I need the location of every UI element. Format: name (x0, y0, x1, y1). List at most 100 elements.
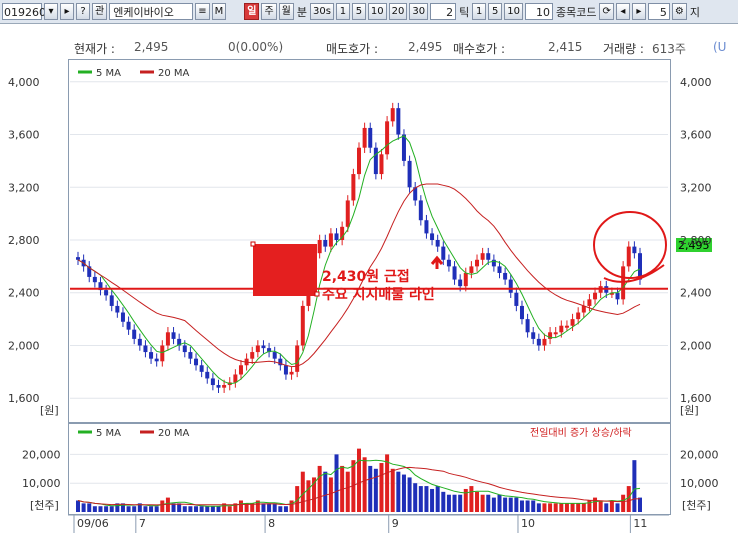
candle-body (373, 147, 378, 175)
vol-legend-ma5: 5 MA (96, 428, 121, 439)
annotation-arrow (430, 255, 444, 269)
candle-body (385, 121, 390, 155)
volume-bar (553, 503, 558, 512)
candle-body (250, 352, 255, 359)
candle-body (401, 134, 406, 161)
candle-body (469, 266, 474, 273)
price-unit-left: [원] (40, 404, 59, 417)
candle-body (283, 365, 288, 375)
date-axis: 09/06 7 8 9 10 11 (68, 514, 669, 533)
candle-body (109, 295, 114, 306)
price-tick-left: 3,600 (8, 129, 40, 142)
volume-bar (143, 506, 148, 512)
date-label: 10 (521, 517, 535, 530)
candle-body (475, 259, 480, 267)
candle-body (503, 272, 508, 280)
candle-body (418, 200, 423, 221)
candle-body (486, 253, 491, 260)
volume-bar (531, 500, 536, 512)
price-tick-right: 3,200 (680, 181, 712, 194)
price-tick-left: 2,800 (8, 234, 40, 247)
volume-bar (458, 494, 463, 512)
volume-bar (598, 500, 603, 512)
volume-bar (401, 474, 406, 512)
volume-bar (564, 503, 569, 512)
volume-bar (435, 486, 440, 512)
volume-bar (519, 500, 524, 512)
candle-body (345, 200, 350, 227)
candle-body (182, 345, 187, 353)
candle-body (289, 371, 294, 375)
candle-body (92, 276, 97, 283)
volume-bar (418, 486, 423, 512)
candle-body (149, 352, 154, 359)
volume-bar (238, 500, 243, 512)
volume-bar (104, 506, 109, 512)
volume-bar (497, 494, 502, 512)
candle-body (210, 378, 215, 386)
volume-bar (328, 477, 333, 512)
date-label: 9 (392, 517, 399, 530)
candle-body (424, 220, 429, 234)
volume-bar (188, 506, 193, 512)
date-label: 11 (633, 517, 647, 530)
volume-tick-left: 10,000 (22, 477, 61, 490)
candle-body (154, 358, 159, 362)
candle-body (115, 305, 120, 313)
candle-body (446, 259, 451, 267)
volume-unit-right: [천주] (682, 498, 711, 512)
volume-tick-right: 20,000 (680, 448, 719, 461)
price-tick-left: 4,000 (8, 76, 40, 89)
volume-bar (559, 503, 564, 512)
candle-body (435, 240, 440, 247)
annotation-line1: 2,430원 근접 (322, 269, 410, 285)
volume-bar (126, 506, 131, 512)
volume-bar (413, 483, 418, 512)
volume-bar (593, 497, 598, 512)
volume-bar (210, 506, 215, 512)
volume-bar (92, 506, 97, 512)
volume-bar (424, 486, 429, 512)
volume-bar (368, 465, 373, 512)
candle-body (126, 321, 131, 330)
volume-bar (81, 503, 86, 512)
volume-bar (390, 468, 395, 512)
volume-bar (165, 497, 170, 512)
candle-body (626, 246, 631, 267)
volume-bar (283, 506, 288, 512)
annotation-handle-tl (250, 241, 256, 247)
candle-body (632, 246, 637, 254)
candle-body (463, 272, 468, 287)
volume-bar (548, 503, 553, 512)
candle-body (593, 292, 598, 300)
volume-unit-left: [천주] (30, 498, 59, 512)
candle-body (261, 345, 266, 349)
candle-body (120, 312, 125, 322)
volume-bar (542, 503, 547, 512)
candle-body (323, 240, 328, 247)
volume-bar (396, 471, 401, 512)
candle-body (233, 374, 238, 383)
price-tick-right: 3,600 (680, 129, 712, 142)
volume-bar (216, 506, 221, 512)
volume-bar (452, 494, 457, 512)
volume-bar (576, 503, 581, 512)
volume-bar (272, 503, 277, 512)
candle-body (542, 338, 547, 346)
candle-body (519, 305, 524, 320)
volume-bar (503, 497, 508, 512)
candle-body (368, 127, 373, 148)
candle-body (194, 358, 199, 366)
candle-body (430, 233, 435, 240)
chart-canvas[interactable]: 2,430원 근접 주요 지지매물 라인 2,495 5 MA 20 MA 5 … (0, 0, 738, 535)
volume-bar (205, 506, 210, 512)
price-tick-left: 2,400 (8, 287, 40, 300)
price-tick-right: 4,000 (680, 76, 712, 89)
candle-body (536, 338, 541, 346)
candle-body (587, 299, 592, 306)
volume-bar (621, 494, 626, 512)
volume-bar (98, 506, 103, 512)
volume-bar (491, 497, 496, 512)
candle-body (407, 160, 412, 188)
price-tick-right: 2,000 (680, 339, 712, 352)
